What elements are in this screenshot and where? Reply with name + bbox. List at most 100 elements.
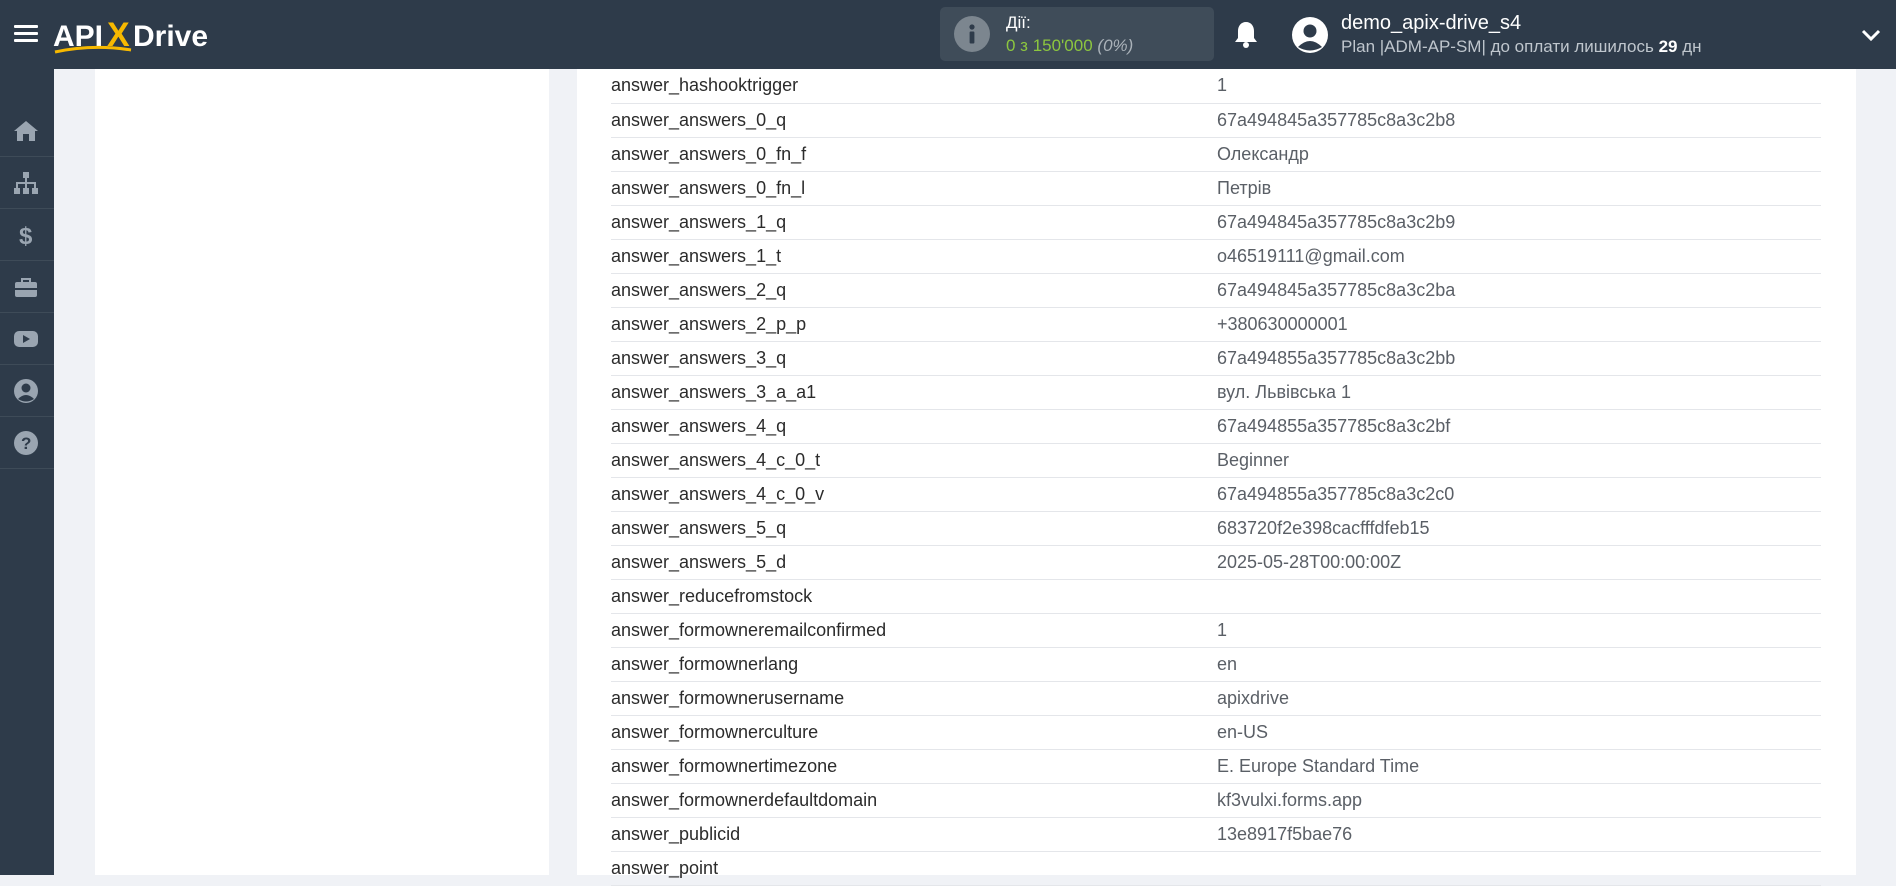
field-name: answer_reducefromstock (611, 585, 813, 606)
table-row: answer_answers_5_d 2025-05-28T00:00:00Z (611, 545, 1821, 579)
field-name: answer_answers_2_q (611, 279, 787, 300)
table-row: answer_answers_1_t o46519111@gmail.com (611, 239, 1821, 273)
help-icon: ? (14, 431, 38, 455)
field-name: answer_answers_0_fn_l (611, 177, 806, 198)
sidebar-item-home[interactable] (0, 105, 54, 157)
field-value (1217, 579, 1821, 613)
field-value: 67a494855a357785c8a3c2bb (1217, 347, 1456, 368)
table-row: answer_answers_0_fn_l Петрів (611, 171, 1821, 205)
field-name: answer_formownerculture (611, 721, 819, 742)
table-row: answer_answers_3_q 67a494855a357785c8a3c2… (611, 341, 1821, 375)
field-value (1217, 851, 1821, 885)
field-name: answer_answers_0_q (611, 109, 787, 130)
top-bar: API X Drive Дії: 0 з 150'000 (0%) demo_a… (0, 0, 1896, 69)
field-value: 67a494855a357785c8a3c2c0 (1217, 483, 1455, 504)
field-value: 13e8917f5bae76 (1217, 823, 1353, 844)
menu-icon[interactable] (14, 22, 38, 46)
actions-label: Дії: (1006, 13, 1031, 32)
field-name: answer_formownerdefaultdomain (611, 789, 878, 810)
table-row: answer_answers_0_q 67a494845a357785c8a3c2… (611, 103, 1821, 137)
field-value: en-US (1217, 721, 1269, 742)
table-row: answer_formownerlang en (611, 647, 1821, 681)
plan-text: Plan |ADM-AP-SM| до оплати лишилось (1341, 37, 1654, 56)
plan-days: 29 (1658, 37, 1678, 56)
field-value: 67a494845a357785c8a3c2b8 (1217, 109, 1456, 130)
field-value: Петрів (1217, 177, 1272, 198)
field-value: E. Europe Standard Time (1217, 755, 1420, 776)
field-value: en (1217, 653, 1238, 674)
svg-text:$: $ (19, 223, 33, 248)
apixdrive-logo[interactable]: API X Drive (53, 12, 253, 56)
data-fields-table: answer_hashooktrigger 1 answer_answers_0_q… (611, 69, 1821, 886)
sidebar: $ ? (0, 69, 54, 875)
actions-counter[interactable]: Дії: 0 з 150'000 (0%) (940, 7, 1214, 61)
field-name: answer_answers_4_q (611, 415, 787, 436)
field-name: answer_publicid (611, 823, 741, 844)
table-row: answer_answers_2_q 67a494845a357785c8a3c2… (611, 273, 1821, 307)
sidebar-item-profile[interactable] (0, 365, 54, 417)
sidebar-item-connections[interactable] (0, 157, 54, 209)
table-row: answer_hashooktrigger 1 (611, 69, 1821, 103)
table-row: answer_answers_1_q 67a494845a357785c8a3c2… (611, 205, 1821, 239)
table-row: answer_reducefromstock (611, 579, 1821, 613)
svg-text:Drive: Drive (133, 20, 208, 53)
field-value: Beginner (1217, 449, 1290, 470)
field-name: answer_answers_1_t (611, 245, 782, 266)
field-value: apixdrive (1217, 687, 1290, 708)
field-name: answer_answers_0_fn_f (611, 143, 807, 164)
table-row: answer_answers_3_a_a1 вул. Львівська 1 (611, 375, 1821, 409)
field-value: вул. Львівська 1 (1217, 381, 1352, 402)
field-value: Олександр (1217, 143, 1309, 164)
main-panel: answer_hashooktrigger 1 answer_answers_0_q… (577, 69, 1856, 885)
sidebar-item-help[interactable]: ? (0, 417, 54, 469)
field-value: 67a494855a357785c8a3c2bf (1217, 415, 1451, 436)
table-row: answer_publicid 13e8917f5bae76 (611, 817, 1821, 851)
field-name: answer_answers_5_q (611, 517, 787, 538)
field-name: answer_formownerusername (611, 687, 845, 708)
field-name: answer_answers_4_c_0_t (611, 449, 821, 470)
table-row: answer_answers_2_p_p +380630000001 (611, 307, 1821, 341)
left-panel (95, 69, 549, 875)
field-value: o46519111@gmail.com (1217, 245, 1405, 266)
actions-count: 0 з 150'000 (1006, 36, 1093, 55)
table-row: answer_answers_4_c_0_v 67a494855a357785c8… (611, 477, 1821, 511)
table-row: answer_formowneremailconfirmed 1 (611, 613, 1821, 647)
table-row: answer_answers_5_q 683720f2e398cacfffdfeb… (611, 511, 1821, 545)
field-name: answer_point (611, 857, 719, 878)
field-value: 67a494845a357785c8a3c2b9 (1217, 211, 1456, 232)
user-circle-icon (14, 379, 38, 403)
sidebar-item-videos[interactable] (0, 313, 54, 365)
actions-value: 0 з 150'000 (0%) (1006, 36, 1133, 56)
field-name: answer_answers_3_q (611, 347, 787, 368)
bell-icon[interactable] (1230, 18, 1262, 50)
sidebar-item-services[interactable] (0, 261, 54, 313)
briefcase-icon (15, 278, 37, 297)
username[interactable]: demo_apix-drive_s4 (1341, 12, 1521, 35)
field-name: answer_formownertimezone (611, 755, 838, 776)
svg-text:?: ? (21, 434, 31, 453)
field-name: answer_answers_4_c_0_v (611, 483, 825, 504)
field-value: 67a494845a357785c8a3c2ba (1217, 279, 1456, 300)
table-row: answer_formownertimezone E. Europe Standa… (611, 749, 1821, 783)
field-name: answer_answers_5_d (611, 551, 787, 572)
sidebar-item-billing[interactable]: $ (0, 209, 54, 261)
field-value: 1 (1217, 75, 1228, 96)
table-row: answer_formownerusername apixdrive (611, 681, 1821, 715)
field-name: answer_answers_2_p_p (611, 313, 807, 334)
field-name: answer_formownerlang (611, 653, 799, 674)
home-icon (14, 121, 38, 141)
youtube-icon (14, 331, 38, 347)
field-name: answer_formowneremailconfirmed (611, 619, 887, 640)
table-row: answer_answers_4_q 67a494855a357785c8a3c2… (611, 409, 1821, 443)
avatar[interactable] (1291, 16, 1329, 54)
field-value: +380630000001 (1217, 313, 1348, 334)
table-row: answer_point (611, 851, 1821, 885)
field-value: 2025-05-28T00:00:00Z (1217, 551, 1402, 572)
table-row: answer_formownerculture en-US (611, 715, 1821, 749)
info-icon (954, 16, 990, 52)
chevron-down-icon[interactable] (1860, 24, 1882, 46)
sitemap-icon (14, 172, 38, 194)
table-row: answer_answers_4_c_0_t Beginner (611, 443, 1821, 477)
table-row: answer_answers_0_fn_f Олександр (611, 137, 1821, 171)
dollar-icon: $ (19, 223, 33, 248)
